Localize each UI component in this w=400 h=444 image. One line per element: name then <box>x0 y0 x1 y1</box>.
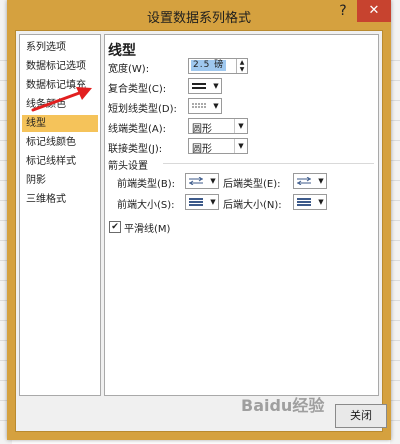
red-arrow-annotation <box>31 87 92 112</box>
